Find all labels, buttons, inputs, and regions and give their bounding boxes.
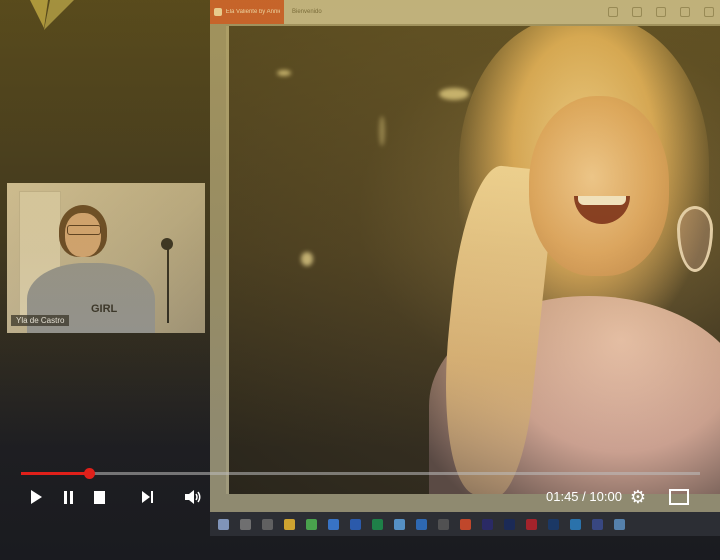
volume-button[interactable] (184, 488, 202, 506)
bokeh-light (301, 252, 313, 266)
singer-face (529, 96, 669, 276)
stop-button[interactable] (92, 488, 106, 506)
search-icon[interactable] (608, 7, 618, 17)
stop-icon (93, 490, 105, 504)
participant-webcam[interactable]: GIRL Yla de Castro (7, 183, 205, 333)
time-display: 01:45 / 10:00 (546, 489, 622, 504)
time-separator: / (578, 489, 590, 504)
pause-icon (69, 490, 73, 504)
skip-next-bar (150, 491, 153, 503)
fullscreen-button[interactable] (669, 488, 689, 506)
participant-face (65, 213, 101, 257)
browser-toolbar (608, 7, 720, 17)
shared-screen: Ela Valiente by Annie Bienvenido (210, 0, 720, 536)
seek-bar-thumb[interactable] (83, 468, 95, 479)
seek-bar[interactable] (21, 468, 700, 479)
fullscreen-icon (669, 489, 689, 505)
current-time: 01:45 (546, 489, 579, 504)
bokeh-light (277, 70, 291, 76)
volume-icon (185, 490, 201, 504)
glasses (67, 225, 101, 235)
microphone-icon (161, 238, 173, 250)
settings-icon[interactable] (656, 7, 666, 17)
browser-tab-label: Ela Valiente by Annie (225, 9, 280, 15)
bokeh-light (439, 88, 469, 100)
brand-logo (30, 0, 74, 30)
browser-tab[interactable]: Bienvenido (284, 0, 330, 24)
skip-next-button[interactable] (139, 488, 155, 506)
video-player[interactable]: Ela Valiente by Annie Bienvenido GIRL Yl… (0, 0, 720, 560)
microphone-icon[interactable] (632, 7, 642, 17)
pause-button[interactable] (60, 488, 76, 506)
mic-stand (167, 243, 169, 323)
browser-tab-active[interactable]: Ela Valiente by Annie (210, 0, 284, 24)
favicon-icon (214, 8, 222, 16)
shirt-text: GIRL (91, 303, 118, 315)
skip-next-icon (141, 491, 150, 503)
pause-icon (63, 490, 67, 504)
play-button[interactable] (28, 488, 44, 506)
play-icon (30, 490, 42, 504)
bokeh-light (379, 116, 385, 146)
browser-tabbar: Ela Valiente by Annie Bienvenido (210, 0, 720, 24)
help-icon[interactable] (680, 7, 690, 17)
browser-tab-label: Bienvenido (292, 9, 322, 15)
seek-bar-progress (21, 472, 89, 475)
music-video-frame (226, 26, 720, 494)
settings-button[interactable]: ⚙ (629, 488, 647, 506)
player-controls: 01:45 / 10:00 ⚙ (0, 460, 720, 560)
grid-icon[interactable] (704, 7, 714, 17)
gear-icon: ⚙ (629, 487, 647, 507)
participant-name-tag: Yla de Castro (11, 315, 70, 326)
duration: 10:00 (589, 489, 622, 504)
singer-teeth (578, 196, 626, 205)
